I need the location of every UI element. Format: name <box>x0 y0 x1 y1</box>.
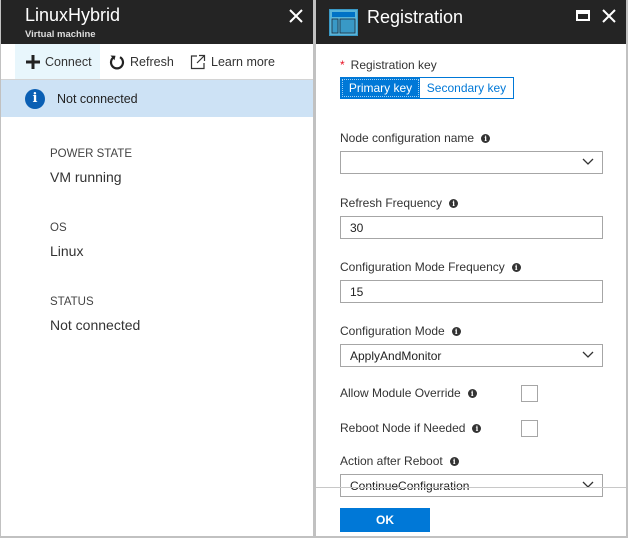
maximize-icon[interactable] <box>573 6 593 26</box>
info-icon[interactable]: i <box>467 388 477 398</box>
reboot-node-if-needed-label: Reboot Node if Needed <box>340 421 466 435</box>
secondary-key-option[interactable]: Secondary key <box>420 78 513 98</box>
vm-properties: POWER STATE VM running OS Linux STATUS N… <box>1 117 313 335</box>
allow-module-override-label: Allow Module Override <box>340 386 461 400</box>
action-after-reboot-dropdown[interactable]: ContinueConfiguration <box>340 474 603 497</box>
registration-form: * Registration key Primary key Secondary… <box>316 44 626 497</box>
node-configuration-name-dropdown[interactable] <box>340 151 603 174</box>
node-configuration-name-label: Node configuration name <box>340 131 475 145</box>
registration-blade: Registration * Registration key Primary … <box>316 0 626 536</box>
refresh-label: Refresh <box>130 54 174 69</box>
property-power-state: POWER STATE VM running <box>50 148 313 187</box>
configuration-mode-label: Configuration Mode <box>340 324 445 338</box>
close-icon[interactable] <box>599 6 619 26</box>
vm-blade-header: LinuxHybrid Virtual machine <box>1 0 313 44</box>
external-link-icon <box>190 54 206 69</box>
property-value: Linux <box>50 243 84 259</box>
blade-subtitle: Virtual machine <box>25 29 96 40</box>
property-value: VM running <box>50 169 122 185</box>
footer-divider <box>316 487 626 488</box>
registration-key-toggle: Primary key Secondary key <box>340 77 514 99</box>
node-configuration-name-group: Node configuration name i <box>340 131 626 174</box>
dropdown-value: ContinueConfiguration <box>350 478 470 493</box>
required-marker: * <box>340 58 345 72</box>
learn-more-button[interactable]: Learn more <box>190 44 275 79</box>
registration-blade-icon <box>329 9 358 36</box>
configuration-mode-group: Configuration Mode i ApplyAndMonitor <box>340 324 626 367</box>
refresh-frequency-input[interactable]: 30 <box>340 216 603 239</box>
vm-blade: LinuxHybrid Virtual machine Connect Refr… <box>1 0 313 536</box>
refresh-frequency-label-row: Refresh Frequency i <box>340 196 626 210</box>
property-value: Not connected <box>50 317 141 333</box>
info-icon[interactable]: i <box>449 456 459 466</box>
registration-key-label-row: * Registration key <box>340 58 626 72</box>
learn-more-label: Learn more <box>211 54 275 69</box>
blade-title: LinuxHybrid <box>25 5 121 25</box>
configuration-mode-dropdown[interactable]: ApplyAndMonitor <box>340 344 603 367</box>
info-icon[interactable]: i <box>449 198 459 208</box>
refresh-icon <box>109 55 125 69</box>
refresh-frequency-group: Refresh Frequency i 30 <box>340 196 626 239</box>
configuration-mode-frequency-label-row: Configuration Mode Frequency i <box>340 260 626 274</box>
connect-button[interactable]: Connect <box>15 44 100 79</box>
refresh-frequency-label: Refresh Frequency <box>340 196 443 210</box>
command-bar: Connect Refresh Learn more <box>1 44 313 80</box>
chevron-down-icon <box>582 158 594 165</box>
reboot-node-if-needed-row: Reboot Node if Needed i <box>340 419 626 437</box>
info-icon[interactable]: i <box>451 326 461 336</box>
action-after-reboot-label: Action after Reboot <box>340 454 443 468</box>
chevron-down-icon <box>582 351 594 358</box>
info-icon[interactable]: i <box>472 423 482 433</box>
notification-text: Not connected <box>57 91 138 106</box>
configuration-mode-frequency-group: Configuration Mode Frequency i 15 <box>340 260 626 303</box>
property-label: OS <box>50 222 67 234</box>
ok-button[interactable]: OK <box>340 508 430 532</box>
property-status: STATUS Not connected <box>50 296 313 335</box>
refresh-button[interactable]: Refresh <box>109 44 174 79</box>
registration-key-label: Registration key <box>350 58 437 72</box>
property-label: STATUS <box>50 296 94 308</box>
registration-blade-header: Registration <box>316 0 626 44</box>
property-os: OS Linux <box>50 222 313 261</box>
primary-key-option[interactable]: Primary key <box>341 78 420 98</box>
configuration-mode-frequency-label: Configuration Mode Frequency <box>340 260 505 274</box>
configuration-mode-label-row: Configuration Mode i <box>340 324 626 338</box>
allow-module-override-checkbox[interactable] <box>521 384 538 402</box>
node-configuration-name-label-row: Node configuration name i <box>340 131 626 145</box>
status-notification-bar[interactable]: i Not connected <box>1 80 313 117</box>
action-after-reboot-group: Action after Reboot i ContinueConfigurat… <box>340 454 626 497</box>
reboot-node-if-needed-checkbox[interactable] <box>521 419 538 437</box>
blade-title: Registration <box>367 7 464 27</box>
plus-icon <box>26 54 40 69</box>
info-icon: i <box>25 88 45 109</box>
info-icon[interactable]: i <box>511 262 521 272</box>
close-icon[interactable] <box>286 6 306 26</box>
dropdown-value: ApplyAndMonitor <box>350 348 442 363</box>
registration-key-group: * Registration key Primary key Secondary… <box>340 58 626 99</box>
connect-label: Connect <box>45 54 92 69</box>
action-after-reboot-label-row: Action after Reboot i <box>340 454 626 468</box>
configuration-mode-frequency-input[interactable]: 15 <box>340 280 603 303</box>
allow-module-override-row: Allow Module Override i <box>340 384 626 402</box>
info-icon[interactable]: i <box>481 133 491 143</box>
property-label: POWER STATE <box>50 148 132 160</box>
